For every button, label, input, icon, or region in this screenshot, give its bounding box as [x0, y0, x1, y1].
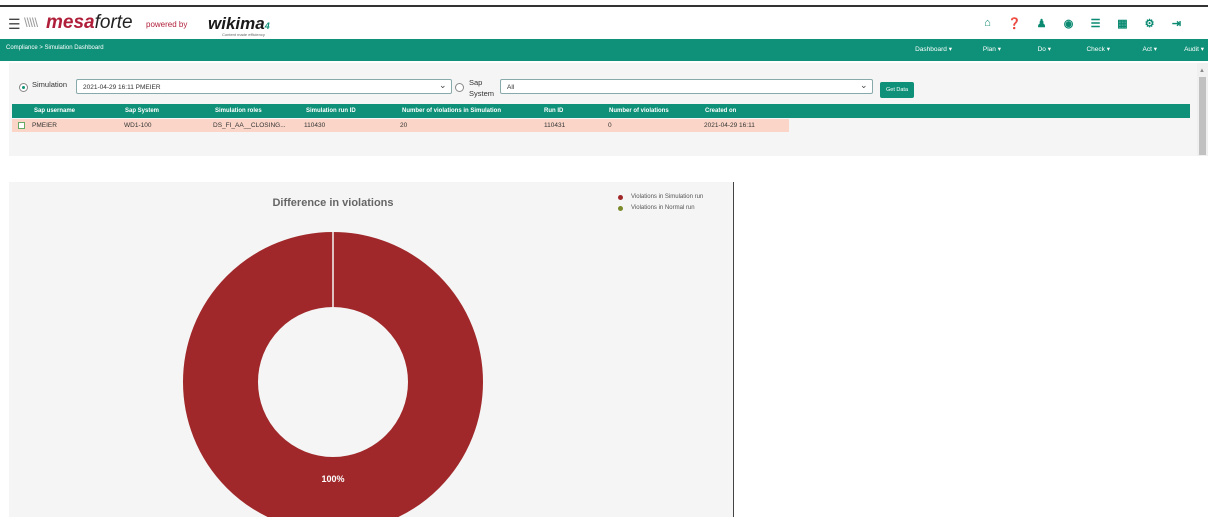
list-icon[interactable]: ☰ [1082, 17, 1109, 30]
partner-name: wikima [208, 14, 265, 33]
simulation-select-value: 2021-04-29 16:11 PMEIER [83, 84, 161, 91]
menu-act[interactable]: Act ▾ [1110, 45, 1157, 53]
cell-roles: DS_FI_AA__CLOSING... [213, 122, 286, 129]
top-icon-bar: ⌂ ❓ ♟ ◉ ☰ ▦ ⚙ ⇥ [974, 17, 1190, 30]
cell-violations: 0 [608, 122, 612, 129]
simulation-radio[interactable] [19, 83, 28, 92]
nav-bar: Compliance > Simulation Dashboard Dashbo… [0, 39, 1208, 61]
scroll-thumb[interactable] [1199, 77, 1206, 155]
chevron-down-icon[interactable]: ⌄ [439, 80, 447, 91]
cell-sim-violations: 20 [400, 122, 408, 129]
breadcrumb[interactable]: Compliance > Simulation Dashboard [6, 45, 104, 51]
sap-system-select[interactable]: All [500, 79, 873, 94]
menu-do[interactable]: Do ▾ [1001, 45, 1051, 53]
user-icon[interactable]: ♟ [1028, 17, 1055, 30]
get-data-button[interactable]: Get Data [880, 82, 915, 98]
scroll-up-icon[interactable]: ▲ [1199, 68, 1205, 74]
panel-scrollbar[interactable]: ▲ [1197, 63, 1208, 156]
brand-mesa: mesa [46, 12, 95, 33]
sap-system-radio[interactable] [455, 83, 464, 92]
clipboard-icon[interactable]: ▦ [1109, 17, 1136, 30]
home-icon[interactable]: ⌂ [974, 17, 1001, 30]
partner-suffix: 4 [264, 21, 270, 31]
col-run-id[interactable]: Run ID [544, 108, 563, 114]
donut-chart: 100% [183, 232, 483, 517]
simulation-label: Simulation [32, 80, 68, 89]
col-simulation-roles[interactable]: Simulation roles [215, 108, 262, 114]
row-checkbox[interactable] [18, 122, 25, 129]
violations-chart: Difference in violations Violations in S… [9, 182, 733, 517]
brand-forte: forte [94, 12, 133, 33]
col-number-of-violations[interactable]: Number of violations [609, 108, 669, 114]
simulation-select[interactable]: 2021-04-29 16:11 PMEIER [76, 79, 452, 94]
cell-sim-run-id: 110430 [304, 122, 326, 129]
col-simulation-run-id[interactable]: Simulation run ID [306, 108, 356, 114]
donut-data-label: 100% [321, 474, 344, 484]
menu-plan[interactable]: Plan ▾ [952, 45, 1001, 53]
sap-system-select-value: All [507, 84, 515, 91]
menu-audit[interactable]: Audit ▾ [1157, 45, 1204, 53]
col-created-on[interactable]: Created on [705, 108, 736, 114]
settings-icon[interactable]: ⚙ [1136, 17, 1163, 30]
globe-icon[interactable]: ◉ [1055, 17, 1082, 30]
sap-system-label-line1: Sap [469, 78, 483, 87]
cell-username: PMEIER [32, 122, 57, 129]
help-icon[interactable]: ❓ [1001, 17, 1028, 30]
app-header: ☰ \\\\\ mesaforte powered by wikima4 Con… [0, 9, 1208, 39]
cell-system: WD1-100 [124, 122, 152, 129]
mesaforte-logo-icon: \\\\\ [24, 15, 38, 30]
main-menu: Dashboard ▾ Plan ▾ Do ▾ Check ▾ Act ▾ Au… [900, 45, 1204, 53]
table-row[interactable]: PMEIER WD1-100 DS_FI_AA__CLOSING... 1104… [12, 119, 789, 132]
menu-check[interactable]: Check ▾ [1051, 45, 1110, 53]
chevron-down-icon[interactable]: ⌄ [860, 80, 868, 91]
logout-icon[interactable]: ⇥ [1163, 17, 1190, 30]
cell-created: 2021-04-29 16:11 [704, 122, 755, 129]
panel-divider [733, 182, 734, 517]
col-sap-system[interactable]: Sap System [125, 108, 159, 114]
col-sap-username[interactable]: Sap username [34, 108, 75, 114]
sap-system-label-line2: System [469, 89, 495, 98]
menu-dashboard[interactable]: Dashboard ▾ [900, 45, 952, 53]
powered-by-text: powered by [146, 20, 188, 29]
table-header: Sap username Sap System Simulation roles… [12, 104, 1190, 118]
top-border [0, 0, 1208, 7]
partner-logo: wikima4 [208, 14, 270, 34]
hamburger-menu-icon[interactable]: ☰ [8, 16, 21, 33]
cell-run-id: 110431 [544, 122, 566, 129]
partner-tagline: Content made efficiency [222, 32, 265, 37]
col-violations-in-simulation[interactable]: Number of violations in Simulation [402, 108, 501, 114]
brand-logo[interactable]: mesaforte [46, 12, 133, 34]
